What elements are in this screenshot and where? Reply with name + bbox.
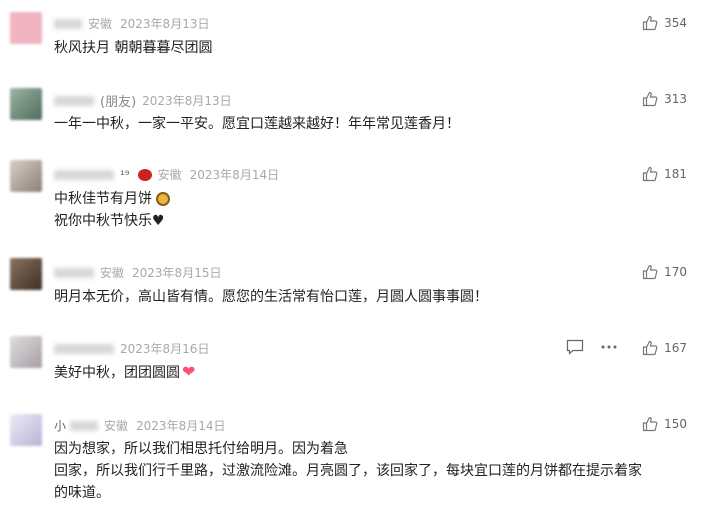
avatar[interactable] bbox=[10, 414, 42, 446]
avatar[interactable] bbox=[10, 160, 42, 192]
lips-emoji-icon bbox=[137, 168, 152, 181]
location: 安徽 bbox=[88, 17, 113, 31]
avatar[interactable] bbox=[10, 336, 42, 368]
thumbs-up-icon bbox=[642, 15, 658, 31]
mooncake-emoji-icon bbox=[156, 192, 170, 206]
date: 2023年8月14日 bbox=[136, 419, 226, 433]
like-button[interactable]: 150 bbox=[642, 416, 687, 432]
comment-text: 因为想家，所以我们相思托付给明月。因为着急 回家，所以我们行千里路，过激流险滩。… bbox=[54, 441, 642, 501]
location: 安徽 bbox=[104, 419, 129, 433]
more-dots-icon bbox=[601, 345, 617, 349]
like-count: 313 bbox=[664, 92, 687, 106]
like-button[interactable]: 181 bbox=[642, 166, 687, 182]
friend-tag: (朋友) bbox=[100, 95, 137, 110]
username-blurred[interactable] bbox=[54, 95, 94, 106]
date: 2023年8月15日 bbox=[132, 266, 222, 280]
location: 安徽 bbox=[100, 266, 125, 280]
reply-icon bbox=[566, 339, 584, 355]
comment-meta: 安徽 2023年8月13日 bbox=[54, 15, 209, 32]
comment-meta: 2023年8月16日 bbox=[54, 340, 209, 357]
thumbs-up-icon bbox=[642, 91, 658, 107]
like-button[interactable]: 313 bbox=[642, 91, 687, 107]
thumbs-up-icon bbox=[642, 166, 658, 182]
like-button[interactable]: 354 bbox=[642, 15, 687, 31]
comment-actions bbox=[566, 339, 634, 355]
comment-text: 美好中秋，团团圆圆 ❤ bbox=[54, 362, 196, 381]
avatar[interactable] bbox=[10, 88, 42, 120]
location: 安徽 bbox=[157, 168, 182, 182]
comment-text: 中秋佳节有月饼 祝你中秋节快乐♥ bbox=[54, 188, 170, 232]
like-count: 170 bbox=[664, 265, 687, 279]
username-suffix: ¹⁹ bbox=[120, 167, 130, 182]
date: 2023年8月13日 bbox=[120, 17, 210, 31]
thumbs-up-icon bbox=[642, 264, 658, 280]
like-count: 150 bbox=[664, 417, 687, 431]
username-blurred[interactable] bbox=[70, 420, 99, 431]
comment-text: 明月本无价，高山皆有情。愿您的生活常有怡口莲，月圆人圆事事圆！ bbox=[54, 289, 488, 305]
username-blurred[interactable] bbox=[54, 343, 114, 354]
comment-text: 一年一中秋，一家一平安。愿宜口莲越来越好！年年常见莲香月！ bbox=[54, 116, 460, 132]
thumbs-up-icon bbox=[642, 340, 658, 356]
comment-meta: (朋友) 2023年8月13日 bbox=[54, 91, 232, 110]
comment-meta: 安徽 2023年8月15日 bbox=[54, 264, 221, 281]
avatar[interactable] bbox=[10, 12, 42, 44]
thumbs-up-icon bbox=[642, 416, 658, 432]
comment-text: 秋风扶月 朝朝暮暮尽团圆 bbox=[54, 40, 213, 56]
comment-meta: 小 安徽 2023年8月14日 bbox=[54, 417, 225, 434]
date: 2023年8月16日 bbox=[120, 342, 210, 356]
like-button[interactable]: 170 bbox=[642, 264, 687, 280]
username-blurred[interactable] bbox=[54, 267, 94, 278]
like-count: 354 bbox=[664, 16, 687, 30]
avatar[interactable] bbox=[10, 258, 42, 290]
username-blurred[interactable] bbox=[54, 169, 114, 180]
date: 2023年8月14日 bbox=[189, 168, 280, 182]
username-blurred[interactable] bbox=[54, 18, 82, 29]
like-count: 167 bbox=[664, 341, 687, 355]
like-count: 181 bbox=[664, 167, 687, 181]
reply-button[interactable] bbox=[566, 339, 584, 355]
date: 2023年8月13日 bbox=[142, 94, 232, 108]
comment-meta: ¹⁹ 安徽 2023年8月14日 bbox=[54, 166, 279, 183]
like-button[interactable]: 167 bbox=[642, 340, 687, 356]
heart-emoji-icon: ❤ bbox=[182, 362, 196, 381]
more-button[interactable] bbox=[600, 339, 618, 355]
username-prefix[interactable]: 小 bbox=[54, 417, 66, 434]
